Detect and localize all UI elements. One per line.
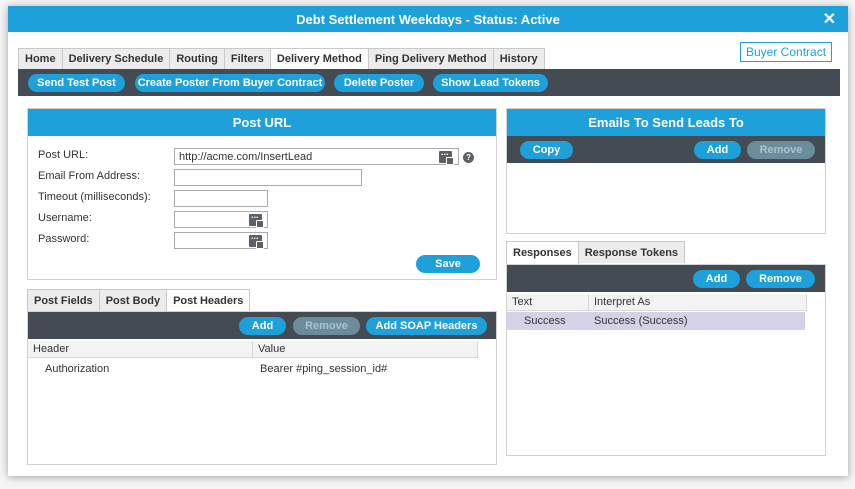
response-text-cell[interactable]: Success (524, 315, 566, 327)
send-test-post-button[interactable]: Send Test Post (28, 74, 125, 92)
post-url-input[interactable]: http://acme.com/InsertLead (174, 148, 459, 165)
tab-response-tokens[interactable]: Response Tokens (577, 241, 686, 263)
column-value[interactable]: Value (253, 341, 478, 358)
header-cell[interactable]: Authorization (45, 363, 109, 375)
email-from-input[interactable] (174, 169, 362, 186)
add-soap-headers-button[interactable]: Add SOAP Headers (366, 317, 487, 335)
delete-poster-button[interactable]: Delete Poster (334, 74, 424, 92)
responses-grid-head: Text Interpret As (507, 294, 807, 311)
tab-responses[interactable]: Responses (506, 241, 579, 264)
add-header-button[interactable]: Add (239, 317, 286, 335)
email-from-label: Email From Address: (38, 170, 141, 182)
tab-delivery-schedule[interactable]: Delivery Schedule (61, 48, 171, 69)
post-url-panel: Post URL Post URL: http://acme.com/Inser… (27, 108, 497, 280)
create-poster-button[interactable]: Create Poster From Buyer Contract (135, 74, 325, 92)
headers-toolbar: Add Remove Add SOAP Headers (28, 312, 496, 339)
action-toolbar: Send Test Post Create Poster From Buyer … (18, 69, 840, 96)
copy-email-button[interactable]: Copy (520, 141, 573, 159)
close-icon[interactable]: ✕ (823, 9, 836, 29)
window-title: Debt Settlement Weekdays - Status: Activ… (296, 12, 560, 27)
column-interpret-as[interactable]: Interpret As (589, 294, 807, 311)
timeout-input[interactable] (174, 190, 268, 207)
remove-header-button[interactable]: Remove (293, 317, 360, 335)
post-url-title: Post URL (28, 109, 496, 136)
tab-routing[interactable]: Routing (169, 48, 225, 69)
show-lead-tokens-button[interactable]: Show Lead Tokens (433, 74, 548, 92)
username-picker-icon[interactable] (249, 210, 264, 228)
column-header[interactable]: Header (28, 341, 253, 358)
main-tabs: Home Delivery Schedule Routing Filters D… (18, 48, 545, 70)
tab-post-body[interactable]: Post Body (98, 289, 168, 311)
buyer-contract-link[interactable]: Buyer Contract (740, 42, 833, 62)
headers-grid-head: Header Value (28, 341, 478, 358)
remove-response-button[interactable]: Remove (746, 270, 815, 288)
add-response-button[interactable]: Add (693, 270, 740, 288)
responses-panel: Add Remove Text Interpret As Success Suc… (506, 264, 826, 456)
password-picker-icon[interactable] (249, 231, 264, 249)
post-url-picker-icon[interactable] (439, 147, 454, 165)
emails-toolbar: Copy Add Remove (507, 136, 825, 163)
dialog-window: Debt Settlement Weekdays - Status: Activ… (8, 6, 848, 476)
save-button[interactable]: Save (416, 255, 480, 273)
help-icon[interactable]: ? (463, 152, 474, 163)
tab-post-fields[interactable]: Post Fields (27, 289, 100, 311)
response-tabs: Responses Response Tokens (506, 241, 686, 264)
responses-toolbar: Add Remove (507, 265, 825, 292)
timeout-label: Timeout (milliseconds): (38, 191, 151, 203)
title-bar: Debt Settlement Weekdays - Status: Activ… (8, 6, 848, 32)
tab-delivery-method[interactable]: Delivery Method (269, 48, 369, 70)
password-label: Password: (38, 233, 90, 245)
tab-filters[interactable]: Filters (223, 48, 271, 69)
tab-post-headers[interactable]: Post Headers (166, 289, 251, 312)
headers-panel: Add Remove Add SOAP Headers Header Value… (27, 311, 497, 465)
emails-title: Emails To Send Leads To (507, 109, 825, 136)
tab-ping-delivery-method[interactable]: Ping Delivery Method (367, 48, 494, 69)
add-email-button[interactable]: Add (694, 141, 741, 159)
response-interpret-cell[interactable]: Success (Success) (594, 315, 688, 327)
post-url-label: Post URL: (38, 149, 89, 161)
column-text[interactable]: Text (507, 294, 589, 311)
value-cell[interactable]: Bearer #ping_session_id# (260, 363, 387, 375)
username-label: Username: (38, 212, 92, 224)
remove-email-button[interactable]: Remove (747, 141, 815, 159)
post-tabs: Post Fields Post Body Post Headers (27, 289, 251, 312)
tab-home[interactable]: Home (18, 48, 63, 69)
tab-history[interactable]: History (492, 48, 545, 69)
emails-panel: Emails To Send Leads To Copy Add Remove (506, 108, 826, 234)
response-row[interactable]: Success Success (Success) (507, 312, 805, 330)
